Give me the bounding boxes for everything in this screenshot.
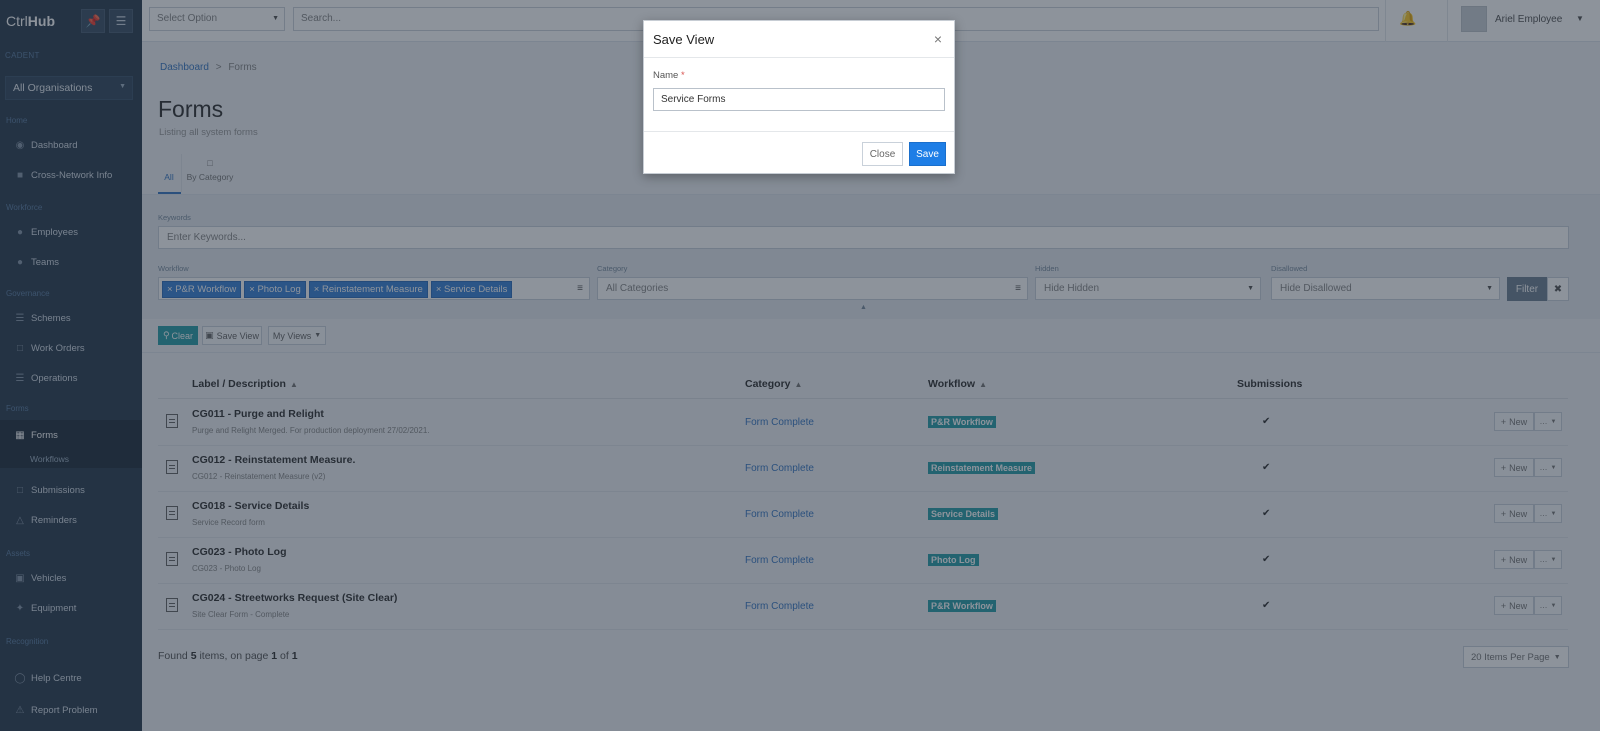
required-marker: *: [680, 70, 685, 81]
close-icon[interactable]: ×: [934, 31, 942, 47]
save-view-modal: Save View × Name * Close Save: [643, 20, 955, 174]
save-button[interactable]: Save: [909, 142, 946, 166]
modal-body: Name *: [644, 58, 954, 132]
modal-title: Save View: [653, 32, 715, 47]
modal-header: Save View ×: [644, 21, 954, 58]
name-label: Name *: [653, 70, 685, 81]
view-name-input[interactable]: [653, 88, 945, 111]
close-button[interactable]: Close: [862, 142, 903, 166]
